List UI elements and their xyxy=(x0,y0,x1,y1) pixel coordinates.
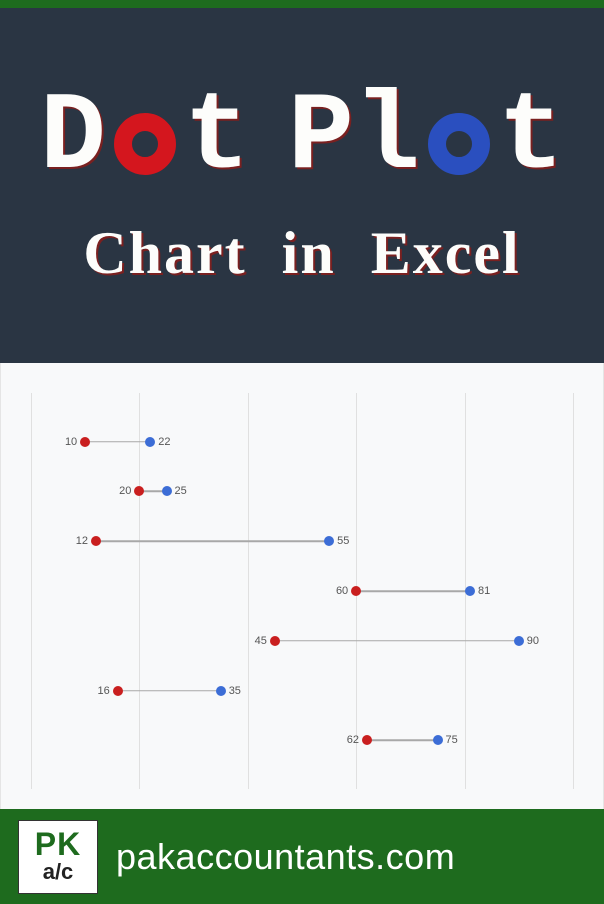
chart-row: 1635 xyxy=(31,681,573,701)
value-label-end: 55 xyxy=(329,535,349,547)
connector-line xyxy=(118,690,221,692)
connector-line xyxy=(367,740,437,742)
value-label-end: 90 xyxy=(519,635,539,647)
chart-row: 10 22 xyxy=(31,432,573,452)
value-label-start: 12 xyxy=(76,535,96,547)
value-label-end: 35 xyxy=(221,685,241,697)
title-letter: t xyxy=(184,84,250,194)
value-label-end: 25 xyxy=(167,485,187,497)
title-letter: Pl xyxy=(288,84,420,194)
value-label-end: 75 xyxy=(438,734,458,746)
connector-line xyxy=(356,590,470,592)
chart-row: 12 55 xyxy=(31,531,573,551)
chart-row: 45 90 xyxy=(31,631,573,651)
chart-row: 62 75 xyxy=(31,730,573,750)
top-strip xyxy=(0,0,604,8)
value-label-start: 16 xyxy=(97,685,117,697)
chart-row: 60 81 xyxy=(31,581,573,601)
logo-top: PK xyxy=(35,828,81,860)
value-label-end: 81 xyxy=(470,585,490,597)
footer: PK a/c pakaccountants.com xyxy=(0,809,604,904)
value-label-start: 10 xyxy=(65,436,85,448)
value-label-start: 45 xyxy=(255,635,275,647)
value-label-end: 22 xyxy=(150,436,170,448)
value-label-start: 20 xyxy=(119,485,139,497)
connector-line xyxy=(96,540,329,542)
ring-blue-icon xyxy=(428,113,490,175)
footer-site: pakaccountants.com xyxy=(116,836,455,878)
value-label-start: 60 xyxy=(336,585,356,597)
logo-bottom: a/c xyxy=(43,860,74,884)
ring-red-icon xyxy=(114,113,176,175)
gridline xyxy=(573,393,574,789)
value-label-start: 62 xyxy=(347,734,367,746)
chart-row: 2025 xyxy=(31,481,573,501)
title-letter: D xyxy=(40,84,106,194)
chart: 1022202512556081459016356275 xyxy=(0,363,604,809)
title-main: D t Pl t xyxy=(40,84,564,194)
title-letter: t xyxy=(498,84,564,194)
connector-line xyxy=(275,640,519,642)
header: D t Pl t Chart in Excel xyxy=(0,8,604,363)
title-subtitle: Chart in Excel xyxy=(83,219,520,288)
connector-line xyxy=(85,441,150,443)
logo: PK a/c xyxy=(18,820,98,894)
